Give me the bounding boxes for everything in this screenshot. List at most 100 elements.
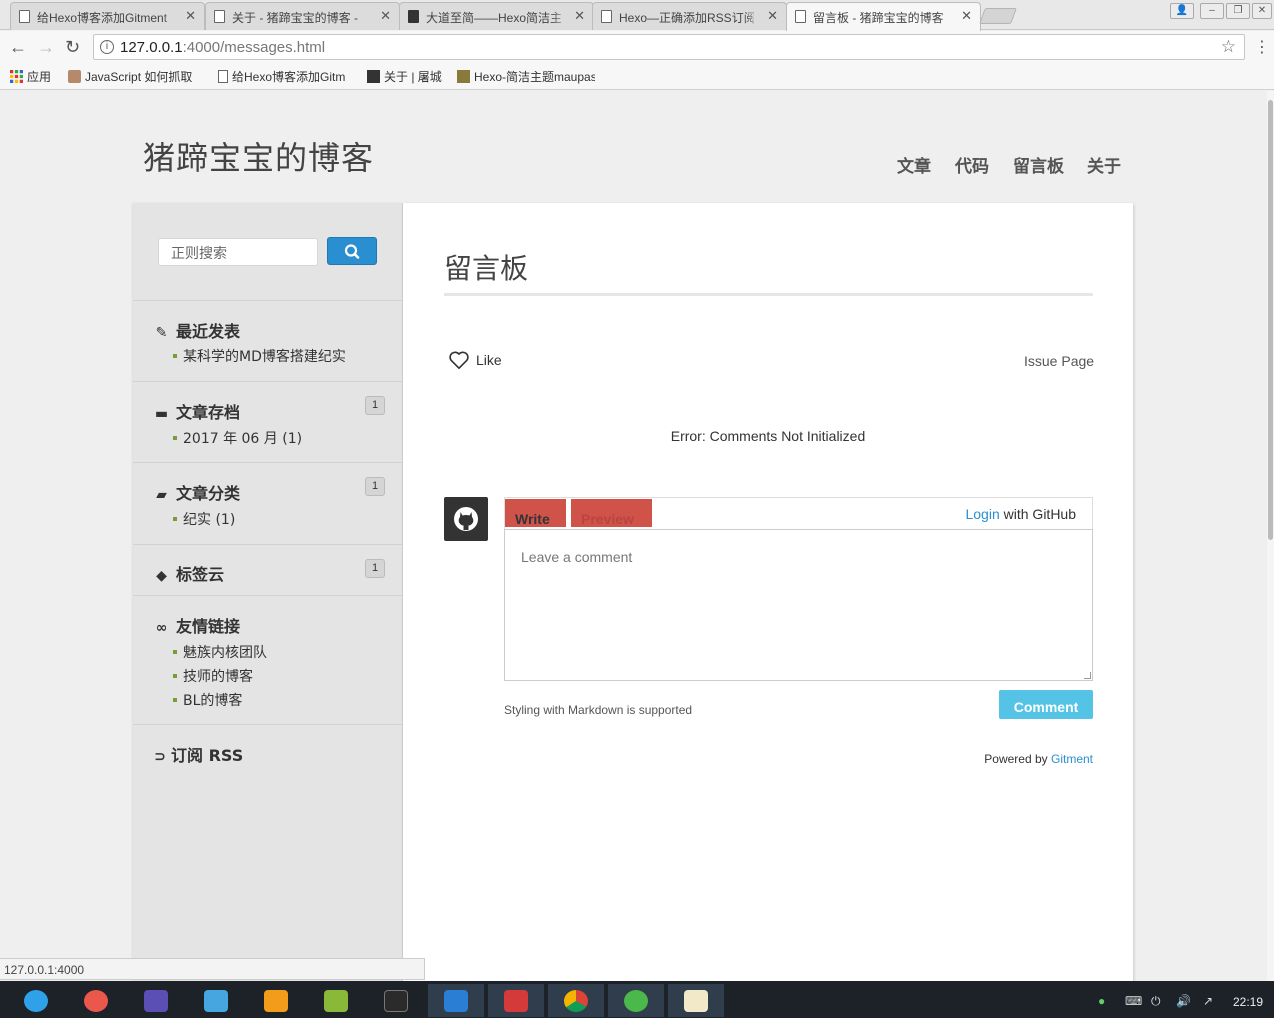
bookmark-item[interactable]: Hexo-简洁主题maupas: [457, 68, 595, 85]
taskbar-app[interactable]: [248, 984, 304, 1017]
files-icon: [264, 990, 288, 1012]
address-bar[interactable]: i 127.0.0.1:4000/messages.html ☆: [93, 34, 1245, 60]
minimize-button[interactable]: –: [1200, 3, 1224, 19]
page-title: 留言板: [444, 252, 529, 285]
url-text[interactable]: 127.0.0.1:4000/messages.html: [120, 39, 325, 56]
taskbar-app[interactable]: [428, 984, 484, 1017]
heart-icon: [449, 351, 469, 369]
site-title[interactable]: 猪蹄宝宝的博客: [143, 133, 374, 179]
power-icon[interactable]: ⏻: [1151, 994, 1161, 1009]
tab-title: 关于 - 猪蹄宝宝的博客 -: [232, 11, 358, 25]
close-tab-icon[interactable]: ✕: [961, 8, 972, 24]
tab-title: 给Hexo博客添加Gitment: [37, 11, 168, 25]
forward-icon[interactable]: →: [37, 37, 55, 58]
scrollbar-thumb[interactable]: [1268, 100, 1273, 540]
taskbar-app[interactable]: [368, 984, 424, 1017]
profile-icon[interactable]: 👤: [1170, 3, 1194, 19]
sidebar-rss: ⊃ 订阅 RSS: [133, 724, 403, 784]
like-button[interactable]: Like: [448, 350, 502, 370]
browser-toolbar: ← → ↻ i 127.0.0.1:4000/messages.html ☆ ⋮: [0, 31, 1274, 63]
taskbar-app[interactable]: [308, 984, 364, 1017]
bookmark-star-icon[interactable]: ☆: [1221, 37, 1236, 57]
close-tab-icon[interactable]: ✕: [574, 8, 585, 24]
taskbar-app[interactable]: [488, 984, 544, 1017]
bookmark-apps[interactable]: 应用: [10, 68, 51, 85]
close-tab-icon[interactable]: ✕: [185, 8, 196, 24]
bookmark-item[interactable]: 关于 | 屠城: [367, 68, 442, 85]
vscode-icon: [444, 990, 468, 1012]
main-content: 留言板 Like Issue Page Error: Comments Not …: [403, 203, 1133, 981]
system-monitor-icon: [384, 990, 408, 1012]
tab-write[interactable]: Write: [505, 499, 566, 527]
nav-code[interactable]: 代码: [955, 152, 989, 177]
friend-link[interactable]: BL的博客: [173, 690, 242, 710]
rss-icon: ⊃: [154, 749, 166, 765]
category-link[interactable]: 纪实 (1): [173, 509, 235, 529]
issue-page-link[interactable]: Issue Page: [1024, 353, 1094, 369]
close-window-button[interactable]: ✕: [1252, 3, 1272, 19]
volume-icon[interactable]: 🔊: [1176, 994, 1191, 1008]
tab-preview[interactable]: Preview: [571, 499, 652, 527]
taskbar-app[interactable]: [188, 984, 244, 1017]
resize-handle[interactable]: [1084, 672, 1091, 679]
taskbar-app[interactable]: [548, 984, 604, 1017]
close-tab-icon[interactable]: ✕: [380, 8, 391, 24]
edit-icon: ✎: [155, 325, 168, 341]
keyboard-icon[interactable]: ⌨: [1125, 994, 1142, 1008]
nav-about[interactable]: 关于: [1087, 152, 1121, 177]
login-prompt: Login with GitHub: [965, 506, 1076, 522]
gitment-link[interactable]: Gitment: [1051, 752, 1093, 766]
telegram-tray-icon[interactable]: ●: [1098, 994, 1105, 1008]
menu-icon[interactable]: ⋮: [1254, 37, 1270, 57]
bookmark-item[interactable]: JavaScript 如何抓取: [68, 68, 208, 85]
browser-tab[interactable]: 关于 - 猪蹄宝宝的博客 - ✕: [205, 2, 400, 30]
taskbar-app[interactable]: [68, 984, 124, 1017]
page-icon: [795, 10, 806, 23]
sidebar-links: ∞ 友情链接 魅族内核团队 技师的博客 BL的博客: [133, 595, 403, 724]
new-tab-button[interactable]: [979, 8, 1017, 24]
editor-icon: [144, 990, 168, 1012]
browser-tab-active[interactable]: 留言板 - 猪蹄宝宝的博客 ✕: [786, 2, 981, 31]
comment-textarea[interactable]: Leave a comment: [504, 529, 1093, 681]
telegram-icon: [624, 990, 648, 1012]
editor-header: Write Preview Login with GitHub: [504, 497, 1093, 530]
bookmark-item[interactable]: 给Hexo博客添加Gitm: [218, 68, 356, 85]
divider: [444, 293, 1093, 296]
nav-articles[interactable]: 文章: [897, 152, 931, 177]
archive-icon: ▬: [154, 406, 169, 422]
comment-submit-button[interactable]: Comment: [999, 690, 1093, 719]
taskbar-app[interactable]: [668, 984, 724, 1017]
search-input[interactable]: 正则搜索: [158, 238, 318, 266]
maximize-button[interactable]: ❐: [1226, 3, 1250, 19]
search-button[interactable]: [327, 237, 377, 265]
friend-link[interactable]: 技师的博客: [173, 666, 253, 686]
status-url: 127.0.0.1:4000: [0, 958, 425, 980]
login-link[interactable]: Login: [965, 506, 999, 522]
back-icon[interactable]: ←: [9, 37, 27, 58]
browser-tab[interactable]: 大道至简——Hexo简洁主 ✕: [399, 2, 594, 30]
archive-month-link[interactable]: 2017 年 06 月 (1): [173, 428, 302, 448]
count-badge: 1: [365, 477, 385, 496]
close-tab-icon[interactable]: ✕: [767, 8, 778, 24]
count-badge: 1: [365, 396, 385, 415]
browser-tab[interactable]: Hexo—正确添加RSS订阅 ✕: [592, 2, 787, 30]
tags-icon: ◆: [156, 568, 167, 584]
comment-editor: Write Preview Login with GitHub Leave a …: [504, 497, 1093, 681]
launcher-button[interactable]: [8, 984, 64, 1017]
recent-post-link[interactable]: 某科学的MD博客搭建纪实: [173, 346, 346, 366]
browser-tab[interactable]: 给Hexo博客添加Gitment ✕: [10, 2, 205, 30]
nav-guestbook[interactable]: 留言板: [1013, 152, 1064, 177]
taskbar-app[interactable]: [128, 984, 184, 1017]
apps-grid-icon: [10, 70, 23, 83]
page-icon: [19, 10, 30, 23]
sidebar-categories: ▰ 文章分类 1 纪实 (1): [133, 462, 403, 544]
info-icon[interactable]: i: [100, 40, 114, 54]
sidebar: 正则搜索 ✎ 最近发表 某科学的MD博客搭建纪实 ▬ 文章存档 1 2017 年 0…: [133, 203, 403, 981]
friend-link[interactable]: 魅族内核团队: [173, 642, 267, 662]
tab-title: 大道至简——Hexo简洁主: [426, 11, 561, 25]
reload-icon[interactable]: ↻: [65, 37, 80, 58]
taskbar-app[interactable]: [608, 984, 664, 1017]
network-icon[interactable]: ↗: [1203, 994, 1213, 1008]
github-avatar[interactable]: [444, 497, 488, 541]
avatar-favicon: [68, 70, 81, 83]
